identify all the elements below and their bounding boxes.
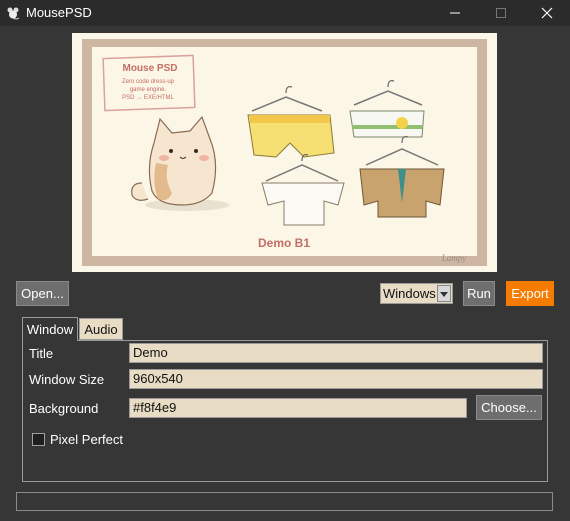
sign-line-1: Zero code dress-up [122, 79, 175, 85]
window-size-field[interactable]: 960x540 [129, 369, 543, 389]
close-icon [541, 7, 553, 19]
export-button[interactable]: Export [506, 281, 554, 306]
pixel-perfect-label: Pixel Perfect [50, 432, 123, 447]
platform-select[interactable]: Windows [380, 283, 453, 304]
sign-line-3: PSD → EXE/HTML [122, 95, 174, 101]
window-title: MousePSD [26, 5, 92, 20]
demo-caption: Demo B1 [258, 236, 310, 250]
mouse-icon [7, 7, 20, 20]
pixel-perfect-checkbox[interactable] [32, 433, 45, 446]
tab-audio[interactable]: Audio [79, 318, 123, 340]
preview-image: Mouse PSD Zero code dress-up game engine… [72, 33, 497, 272]
minimize-icon [450, 12, 460, 14]
title-bar: MousePSD [0, 0, 570, 26]
preview-illustration: Mouse PSD Zero code dress-up game engine… [72, 33, 497, 272]
choose-color-button[interactable]: Choose... [476, 395, 542, 420]
background-label: Background [29, 401, 99, 416]
open-button[interactable]: Open... [16, 281, 69, 306]
title-field[interactable]: Demo [129, 343, 543, 363]
minimize-button[interactable] [432, 0, 478, 26]
chevron-down-icon[interactable] [437, 285, 451, 302]
window-size-label: Window Size [29, 372, 105, 387]
background-field[interactable]: #f8f4e9 [129, 398, 467, 418]
platform-select-value: Windows [383, 286, 436, 301]
close-button[interactable] [524, 0, 570, 26]
sign-line-2: game engine. [130, 87, 167, 93]
maximize-button[interactable] [478, 0, 524, 26]
sign-title: Mouse PSD [122, 63, 177, 74]
tab-window[interactable]: Window [22, 317, 78, 341]
artist-signature: Lampy [441, 253, 467, 263]
run-button[interactable]: Run [463, 281, 495, 306]
maximize-icon [496, 8, 506, 18]
status-bar [16, 492, 553, 511]
title-label: Title [29, 346, 54, 361]
